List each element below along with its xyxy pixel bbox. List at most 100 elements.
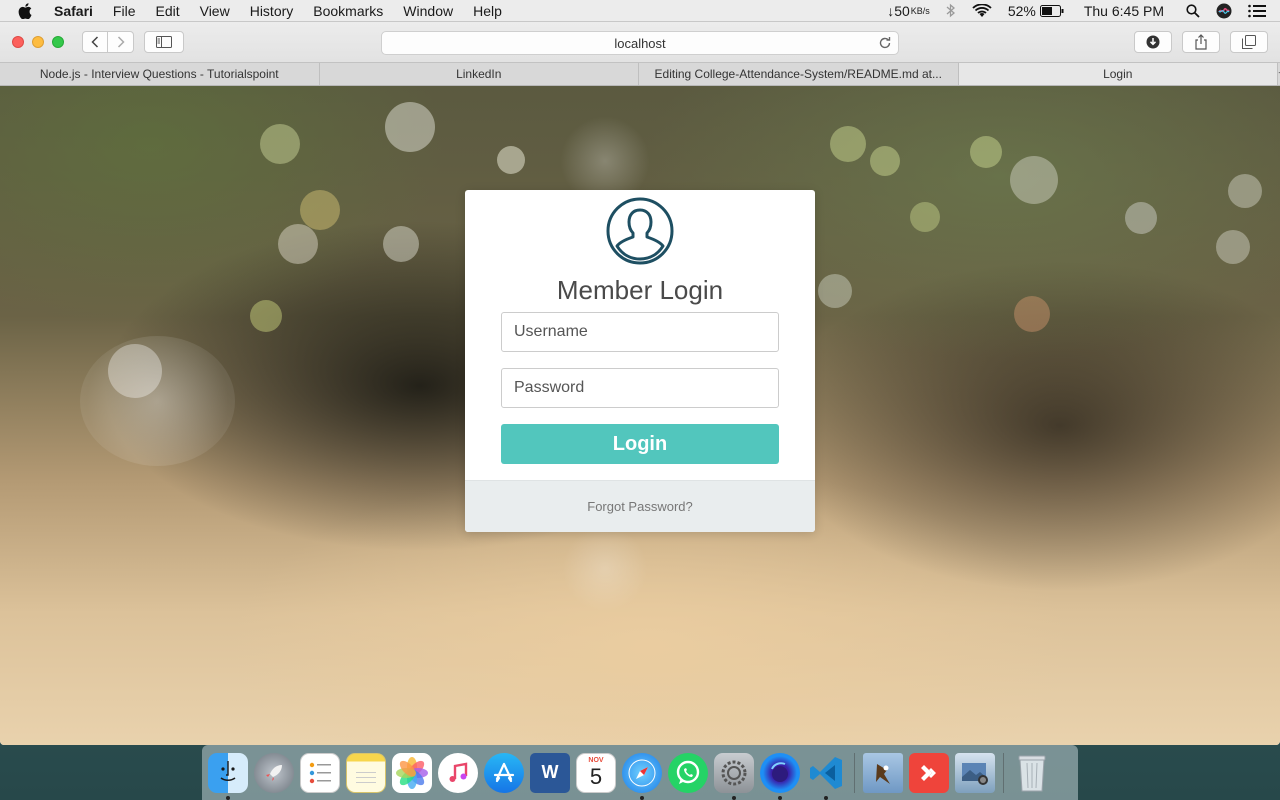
background-bokeh [1228,174,1262,208]
page-content: Member Login Login Forgot Password? [0,86,1280,745]
menu-edit[interactable]: Edit [155,3,179,19]
network-speed[interactable]: ↓50 KB/s [887,3,930,19]
apple-icon[interactable] [18,2,38,19]
login-button[interactable]: Login [501,424,779,464]
toolbar-right-buttons [1134,31,1268,53]
vscode-icon [810,756,842,789]
dock-vscode[interactable] [806,753,846,800]
reload-icon[interactable] [878,36,892,53]
background-bokeh [260,124,300,164]
siri-icon[interactable] [1216,3,1232,19]
background-bokeh [108,344,162,398]
tab-overview-button[interactable] [1230,31,1268,53]
share-icon [1195,34,1207,50]
dock-separator [1003,752,1004,793]
dock-photos[interactable] [392,752,432,793]
background-bokeh [497,146,525,174]
dock-separator [854,752,855,793]
dock-image-capture[interactable] [955,752,995,793]
username-input[interactable] [501,312,779,352]
reminders-icon [309,762,331,783]
calendar-day: 5 [589,763,603,789]
window-controls [12,36,64,48]
background-bokeh [1010,156,1058,204]
network-speed-unit: KB/s [910,5,930,16]
menu-bookmarks[interactable]: Bookmarks [313,3,383,19]
downloads-button[interactable] [1134,31,1172,53]
menu-view[interactable]: View [200,3,230,19]
share-button[interactable] [1182,31,1220,53]
forward-button[interactable] [108,31,134,53]
dock-firefox[interactable] [760,752,800,800]
sidebar-icon [156,36,172,48]
menu-file[interactable]: File [113,3,136,19]
eagle-icon [876,763,890,784]
dock-trash[interactable] [1012,753,1052,793]
dock-calendar[interactable]: NOV 5 [576,752,616,793]
firefox-icon [771,761,788,782]
sidebar-toggle-button[interactable] [144,31,184,53]
background-bokeh [870,146,900,176]
background-bokeh [1216,230,1250,264]
running-indicator [824,795,828,800]
menu-window[interactable]: Window [403,3,453,19]
close-window-button[interactable] [12,36,24,48]
dock-system-preferences[interactable] [714,752,754,800]
forgot-password-link[interactable]: Forgot Password? [587,499,693,514]
dock-finder[interactable] [208,752,248,800]
notes-icon [356,771,376,783]
background-bokeh [910,202,940,232]
dock-launchpad[interactable] [254,752,294,793]
address-bar[interactable]: localhost [381,31,899,55]
dock-whatsapp[interactable] [668,752,708,793]
bluetooth-icon[interactable] [946,3,956,18]
menu-app-safari[interactable]: Safari [54,3,93,19]
dock-word[interactable]: W [530,752,570,793]
login-title: Member Login [556,275,724,305]
minimize-window-button[interactable] [32,36,44,48]
battery-status[interactable]: 52% [1008,3,1064,19]
download-icon [1146,35,1160,49]
running-indicator [640,795,644,800]
dock-preview-eagle[interactable] [863,752,903,793]
chevron-right-icon [117,36,125,48]
trash-icon [1018,755,1046,791]
dock-app-store[interactable] [484,752,524,793]
notification-center-icon[interactable] [1248,4,1266,18]
dock: W NOV 5 [202,745,1078,800]
user-avatar-icon [606,197,674,265]
chevron-left-icon [91,36,99,48]
dock-itunes[interactable] [438,752,478,793]
background-bokeh [383,226,419,262]
login-card: Member Login Login Forgot Password? [465,190,815,532]
music-note-icon [449,762,468,782]
dock-safari[interactable] [622,752,662,800]
whatsapp-icon [676,760,700,784]
dock-notes[interactable] [346,752,386,793]
dock-reminders[interactable] [300,752,340,793]
image-capture-icon [962,762,988,785]
background-bokeh [970,136,1002,168]
tab-linkedin[interactable]: LinkedIn [320,63,639,85]
background-bokeh [1014,296,1050,332]
password-input[interactable] [501,368,779,408]
fullscreen-window-button[interactable] [52,36,64,48]
menu-help[interactable]: Help [473,3,502,19]
tab-login[interactable]: Login [958,63,1278,85]
background-bokeh [278,224,318,264]
menu-history[interactable]: History [250,3,294,19]
rocket-icon [266,764,282,781]
spotlight-icon[interactable] [1186,3,1200,18]
finder-icon [220,760,236,781]
clock[interactable]: Thu 6:45 PM [1084,3,1164,19]
back-button[interactable] [82,31,108,53]
tab-tutorialspoint[interactable]: Node.js - Interview Questions - Tutorial… [0,63,320,85]
safari-window: localhost Node.js - Interview Questions … [0,22,1280,745]
menu-bar: Safari File Edit View History Bookmarks … [0,0,1280,22]
tab-github-readme[interactable]: Editing College-Attendance-System/README… [639,63,959,85]
battery-percent: 52% [1007,2,1036,19]
wifi-icon[interactable] [972,3,992,18]
dock-anydesk[interactable] [909,752,949,793]
gear-icon [721,760,747,785]
running-indicator [778,795,782,800]
